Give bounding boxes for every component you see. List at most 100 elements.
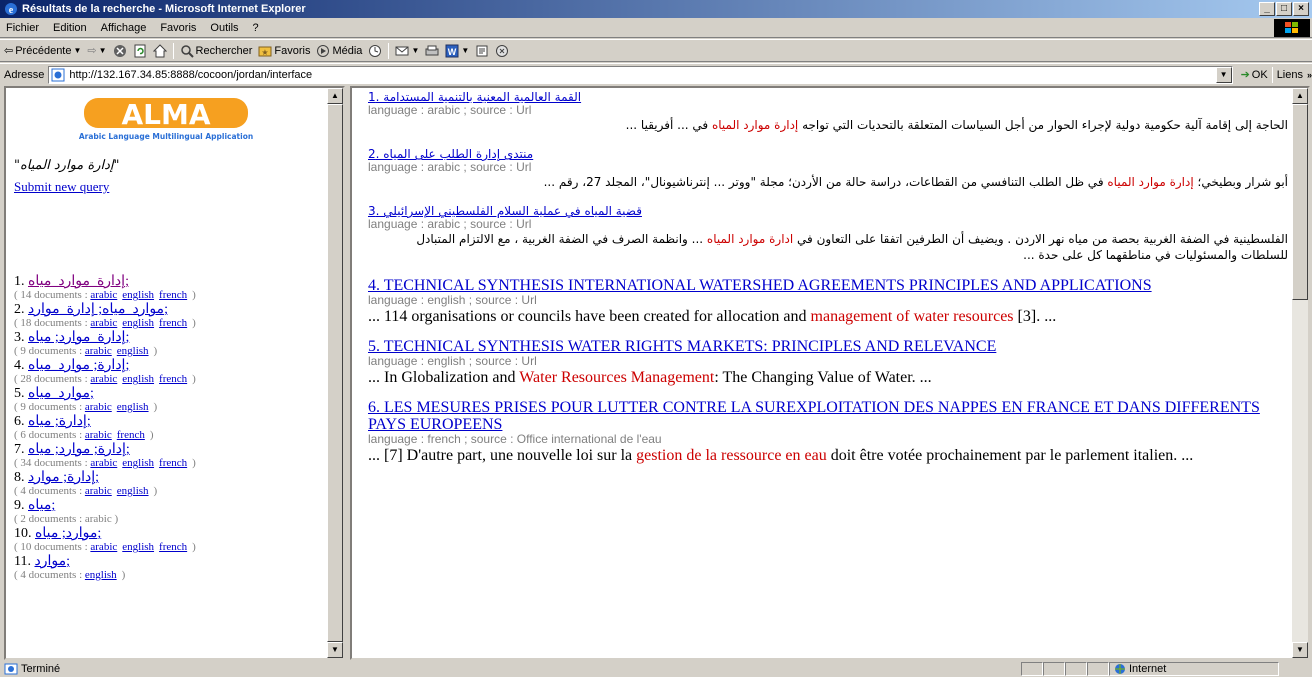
links-label[interactable]: Liens	[1277, 69, 1303, 81]
favorites-button[interactable]: ★ Favoris	[258, 44, 310, 58]
result-title-link[interactable]: 5. TECHNICAL SYNTHESIS WATER RIGHTS MARK…	[368, 338, 996, 355]
language-link-french[interactable]: french	[159, 457, 187, 469]
language-link-english[interactable]: english	[117, 345, 149, 357]
favorites-folder-icon: ★	[258, 46, 272, 57]
query-link[interactable]: إدارة; موارد_مياه;	[28, 358, 129, 373]
result-title-link[interactable]: 4. TECHNICAL SYNTHESIS INTERNATIONAL WAT…	[368, 277, 1152, 294]
result-meta: language : arabic ; source : Url	[368, 217, 532, 231]
toolbar-separator	[388, 42, 390, 59]
paren-close: )	[153, 345, 158, 357]
result-snippet: ... [7] D'autre part, une nouvelle loi s…	[368, 447, 1194, 464]
home-button[interactable]	[152, 43, 167, 58]
toolbar: ⇦ Précédente ▼ ⇨ ▼ Rechercher ★ Favoris …	[0, 39, 1312, 62]
menu-favorites[interactable]: Favoris	[160, 22, 196, 34]
menu-help[interactable]: ?	[253, 22, 259, 34]
result-title-link[interactable]: 6. LES MESURES PRISES POUR LUTTER CONTRE…	[368, 399, 1260, 433]
query-link[interactable]: إدارة_موارد_مياه;	[28, 274, 129, 289]
messenger-button[interactable]	[495, 44, 509, 58]
scroll-down-button[interactable]: ▼	[1292, 642, 1308, 658]
language-link-french[interactable]: french	[159, 317, 187, 329]
language-link-french[interactable]: french	[159, 289, 187, 301]
scroll-up-button[interactable]: ▲	[327, 88, 343, 104]
highlight-term: إدارة موارد المياه	[1107, 175, 1194, 189]
language-link-english[interactable]: english	[122, 541, 154, 553]
scroll-up-button[interactable]: ▲	[1292, 88, 1308, 104]
print-button[interactable]	[425, 44, 439, 58]
language-link-arabic[interactable]: arabic	[85, 429, 112, 441]
scroll-thumb[interactable]	[1292, 104, 1308, 300]
language-link-arabic[interactable]: arabic	[85, 345, 112, 357]
forward-button[interactable]: ⇨ ▼	[87, 44, 106, 57]
language-link-french[interactable]: french	[159, 541, 187, 553]
refresh-button[interactable]	[133, 44, 147, 58]
query-link[interactable]: إدارة; مياه;	[28, 414, 91, 429]
result-item: قضية المياه في عملية السلام الفلسطيني ال…	[368, 204, 1288, 263]
query-link[interactable]: إدارة; موارد; مياه;	[28, 442, 130, 457]
menu-file[interactable]: Fichier	[6, 22, 39, 34]
search-button[interactable]: Rechercher	[180, 44, 252, 58]
menu-tools[interactable]: Outils	[210, 22, 238, 34]
language-link-arabic[interactable]: arabic	[90, 541, 117, 553]
language-link-english[interactable]: english	[122, 289, 154, 301]
submit-new-query-link[interactable]: Submit new query	[14, 179, 109, 195]
mail-button[interactable]: ▼	[395, 44, 419, 58]
language-link-arabic[interactable]: arabic	[90, 317, 117, 329]
language-link-arabic[interactable]: arabic	[90, 373, 117, 385]
query-item: 3. إدارة_موارد; مياه;( 9 documents : ara…	[14, 330, 334, 358]
query-link[interactable]: موارد;	[34, 554, 70, 569]
query-link[interactable]: موارد_مياه; إدارة_موارد;	[28, 302, 168, 317]
language-link-arabic[interactable]: arabic	[90, 457, 117, 469]
forward-arrow-icon: ⇨	[87, 45, 97, 57]
history-button[interactable]	[368, 44, 382, 58]
edit-button[interactable]: W ▼	[445, 44, 469, 58]
language-link-arabic[interactable]: arabic	[85, 485, 112, 497]
query-link[interactable]: مياه;	[28, 498, 55, 513]
go-arrow-icon: ➔	[1240, 69, 1250, 81]
highlight-term: إدارة موارد المياه	[711, 118, 799, 132]
query-link[interactable]: موارد_مياه;	[28, 386, 94, 401]
query-link[interactable]: إدارة; موارد;	[28, 470, 99, 485]
close-button[interactable]: ×	[1293, 2, 1309, 16]
result-snippet: الفلسطينية في الضفة الغربية بحصة من مياه…	[416, 232, 1288, 262]
language-link-arabic[interactable]: arabic	[90, 289, 117, 301]
back-button[interactable]: ⇦ Précédente ▼	[4, 44, 82, 58]
discuss-button[interactable]	[475, 44, 489, 58]
language-link-english[interactable]: english	[117, 485, 149, 497]
address-dropdown[interactable]: ▼	[1215, 66, 1232, 83]
result-title-link[interactable]: منتدى إدارة الطلب على المياه .2	[368, 147, 533, 161]
language-link-english[interactable]: english	[122, 457, 154, 469]
result-title-link[interactable]: قضية المياه في عملية السلام الفلسطيني ال…	[368, 204, 642, 218]
language-link-english[interactable]: english	[117, 401, 149, 413]
result-title-link[interactable]: القمة العالمية المعنية بالتنمية المستدام…	[368, 90, 581, 104]
scroll-thumb[interactable]	[327, 104, 343, 642]
query-link[interactable]: موارد; مياه;	[35, 526, 101, 541]
query-item: 10. موارد; مياه;( 10 documents : arabic e…	[14, 526, 334, 554]
chevron-down-icon: ▼	[73, 46, 82, 55]
maximize-button[interactable]: □	[1276, 2, 1292, 16]
media-button[interactable]: Média	[316, 44, 362, 58]
stop-button[interactable]	[113, 44, 127, 58]
minimize-button[interactable]: _	[1259, 2, 1275, 16]
chevron-right-icon: »	[1306, 69, 1312, 80]
menu-edit[interactable]: Edition	[53, 22, 87, 34]
scroll-down-button[interactable]: ▼	[327, 642, 343, 658]
language-link-english[interactable]: english	[122, 317, 154, 329]
menu-view[interactable]: Affichage	[101, 22, 147, 34]
language-link-french[interactable]: french	[159, 373, 187, 385]
language-link-english[interactable]: english	[122, 373, 154, 385]
query-item: 4. إدارة; موارد_مياه;( 28 documents : ar…	[14, 358, 334, 386]
query-link[interactable]: إدارة_موارد; مياه;	[28, 330, 129, 345]
address-label: Adresse	[4, 68, 45, 81]
language-link-english[interactable]: english	[85, 569, 117, 581]
highlight-term: gestion de la ressource en eau	[636, 447, 827, 464]
go-button[interactable]: ➔ OK	[1240, 68, 1268, 82]
language-link-french[interactable]: french	[117, 429, 145, 441]
address-input[interactable]: http://132.167.34.85:8888/cocoon/jordan/…	[48, 65, 1233, 84]
highlight-term: Water Resources Management	[519, 369, 715, 386]
query-item: 9. مياه;( 2 documents : arabic )	[14, 498, 334, 526]
right-scrollbar[interactable]: ▲ ▼	[1292, 88, 1308, 658]
language-link-arabic[interactable]: arabic	[85, 401, 112, 413]
query-number: 10.	[14, 526, 32, 541]
left-scrollbar[interactable]: ▲ ▼	[327, 88, 343, 658]
status-cell	[1065, 662, 1087, 676]
